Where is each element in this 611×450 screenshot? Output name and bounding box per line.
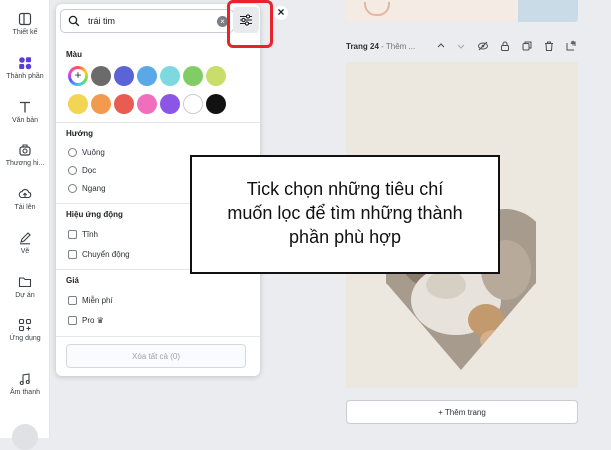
orientation-option-portrait[interactable]: Dọc bbox=[68, 166, 96, 175]
option-label: Ngang bbox=[82, 184, 106, 193]
sidebar-item-projects[interactable]: Dự án bbox=[0, 275, 50, 299]
upload-icon bbox=[18, 188, 32, 199]
sidebar-item-label: Thiết kế bbox=[12, 29, 38, 36]
music-icon bbox=[19, 373, 30, 386]
color-swatch[interactable] bbox=[160, 94, 180, 114]
clear-search-icon[interactable]: × bbox=[217, 16, 228, 27]
instruction-callout: Tick chọn những tiêu chí muốn lọc để tìm… bbox=[190, 155, 500, 274]
checkbox[interactable] bbox=[68, 230, 77, 239]
color-swatch[interactable] bbox=[91, 66, 111, 86]
page-header: Trang 24 - Thêm ... bbox=[346, 40, 578, 54]
option-label: Miễn phí bbox=[82, 296, 113, 305]
option-label: Vuông bbox=[82, 148, 105, 157]
page-number: Trang 24 bbox=[346, 42, 379, 51]
color-swatch[interactable] bbox=[137, 66, 157, 86]
sidebar-item-label: Thành phần bbox=[6, 73, 44, 80]
search-value: trái tim bbox=[88, 16, 115, 26]
color-swatch[interactable] bbox=[183, 66, 203, 86]
page-title[interactable]: Trang 24 - Thêm ... bbox=[346, 42, 415, 51]
sidebar-item-apps[interactable]: Ứng dụng bbox=[0, 318, 50, 342]
option-label: Chuyển động bbox=[82, 250, 130, 259]
sidebar-item-text[interactable]: Văn bản bbox=[0, 100, 50, 124]
trash-icon[interactable] bbox=[543, 40, 555, 52]
clear-all-button[interactable]: Xóa tất cả (0) bbox=[66, 344, 246, 368]
sidebar-item-label: Âm thanh bbox=[10, 389, 40, 396]
color-swatch[interactable] bbox=[160, 66, 180, 86]
option-label: Tĩnh bbox=[82, 230, 99, 239]
plus-icon: + bbox=[71, 69, 85, 83]
search-input[interactable]: trái tim × bbox=[60, 9, 234, 33]
apps-icon bbox=[18, 318, 32, 332]
color-section-title: Màu bbox=[66, 50, 82, 59]
callout-line: phần phù hợp bbox=[289, 227, 401, 247]
price-option-free[interactable]: Miễn phí bbox=[68, 296, 113, 305]
divider bbox=[56, 122, 260, 123]
folder-icon bbox=[18, 277, 32, 288]
color-swatch[interactable] bbox=[206, 94, 226, 114]
sidebar-item-label: Dự án bbox=[15, 292, 35, 299]
divider bbox=[56, 336, 260, 337]
sidebar-item-draw[interactable]: Vẽ bbox=[0, 231, 50, 255]
animation-option-static[interactable]: Tĩnh bbox=[68, 230, 98, 239]
orientation-section-title: Hướng bbox=[66, 129, 94, 138]
orientation-option-landscape[interactable]: Ngang bbox=[68, 184, 106, 193]
radio-button[interactable] bbox=[68, 148, 77, 157]
color-swatch[interactable] bbox=[91, 94, 111, 114]
hide-icon[interactable] bbox=[477, 40, 489, 52]
sidebar-item-label: Ứng dụng bbox=[9, 335, 41, 342]
draw-icon bbox=[20, 232, 31, 245]
layout-icon bbox=[18, 12, 32, 26]
price-section-title: Giá bbox=[66, 276, 79, 285]
decoration bbox=[518, 0, 578, 22]
previous-page-preview[interactable] bbox=[346, 0, 578, 22]
checkbox[interactable] bbox=[68, 316, 77, 325]
orientation-option-square[interactable]: Vuông bbox=[68, 148, 105, 157]
add-color-button[interactable]: + bbox=[68, 66, 88, 86]
option-label: Dọc bbox=[82, 166, 97, 175]
color-swatch[interactable] bbox=[183, 94, 203, 114]
radio-button[interactable] bbox=[68, 184, 77, 193]
color-swatch[interactable] bbox=[137, 94, 157, 114]
sidebar-item-audio[interactable]: Âm thanh bbox=[0, 372, 50, 396]
color-swatch[interactable] bbox=[68, 94, 88, 114]
left-sidebar: Thiết kế Thành phần Văn bản Thương hi...… bbox=[0, 0, 50, 450]
lock-icon[interactable] bbox=[499, 40, 511, 52]
option-label: Pro ♛ bbox=[82, 316, 104, 325]
sliders-icon bbox=[240, 14, 252, 26]
add-page-button[interactable]: + Thêm trang bbox=[346, 400, 578, 424]
add-page-icon[interactable] bbox=[565, 40, 577, 52]
filter-button[interactable] bbox=[233, 7, 259, 33]
sidebar-item-brand[interactable]: Thương hi... bbox=[0, 143, 50, 167]
sidebar-item-elements[interactable]: Thành phần bbox=[0, 56, 50, 80]
elements-icon bbox=[19, 57, 32, 70]
price-option-pro[interactable]: Pro ♛ bbox=[68, 316, 104, 325]
sidebar-item-label: Văn bản bbox=[11, 117, 39, 124]
checkbox[interactable] bbox=[68, 296, 77, 305]
radio-button[interactable] bbox=[68, 166, 77, 175]
chevron-down-icon[interactable] bbox=[456, 40, 466, 52]
decoration bbox=[364, 2, 390, 16]
animation-section-title: Hiệu ứng động bbox=[66, 210, 123, 219]
search-icon bbox=[68, 15, 80, 27]
sidebar-item-uploads[interactable]: Tải lên bbox=[0, 187, 50, 211]
sidebar-item-label: Vẽ bbox=[20, 248, 30, 255]
sidebar-item-label: Thương hi... bbox=[5, 160, 45, 167]
animation-option-animated[interactable]: Chuyển động bbox=[68, 250, 130, 259]
callout-line: muốn lọc để tìm những thành bbox=[227, 203, 463, 223]
sidebar-item-label: Tải lên bbox=[14, 204, 36, 211]
duplicate-icon[interactable] bbox=[521, 40, 533, 52]
color-swatch[interactable] bbox=[114, 66, 134, 86]
avatar[interactable] bbox=[12, 424, 38, 450]
sidebar-item-design[interactable]: Thiết kế bbox=[0, 12, 50, 36]
close-panel-button[interactable]: × bbox=[274, 6, 288, 20]
callout-line: Tick chọn những tiêu chí bbox=[246, 179, 444, 199]
brand-icon bbox=[19, 144, 31, 156]
checkbox[interactable] bbox=[68, 250, 77, 259]
color-swatch[interactable] bbox=[206, 66, 226, 86]
page-title-placeholder: - Thêm ... bbox=[378, 42, 416, 51]
chevron-up-icon[interactable] bbox=[436, 40, 446, 52]
color-swatch[interactable] bbox=[114, 94, 134, 114]
text-icon bbox=[20, 101, 30, 113]
